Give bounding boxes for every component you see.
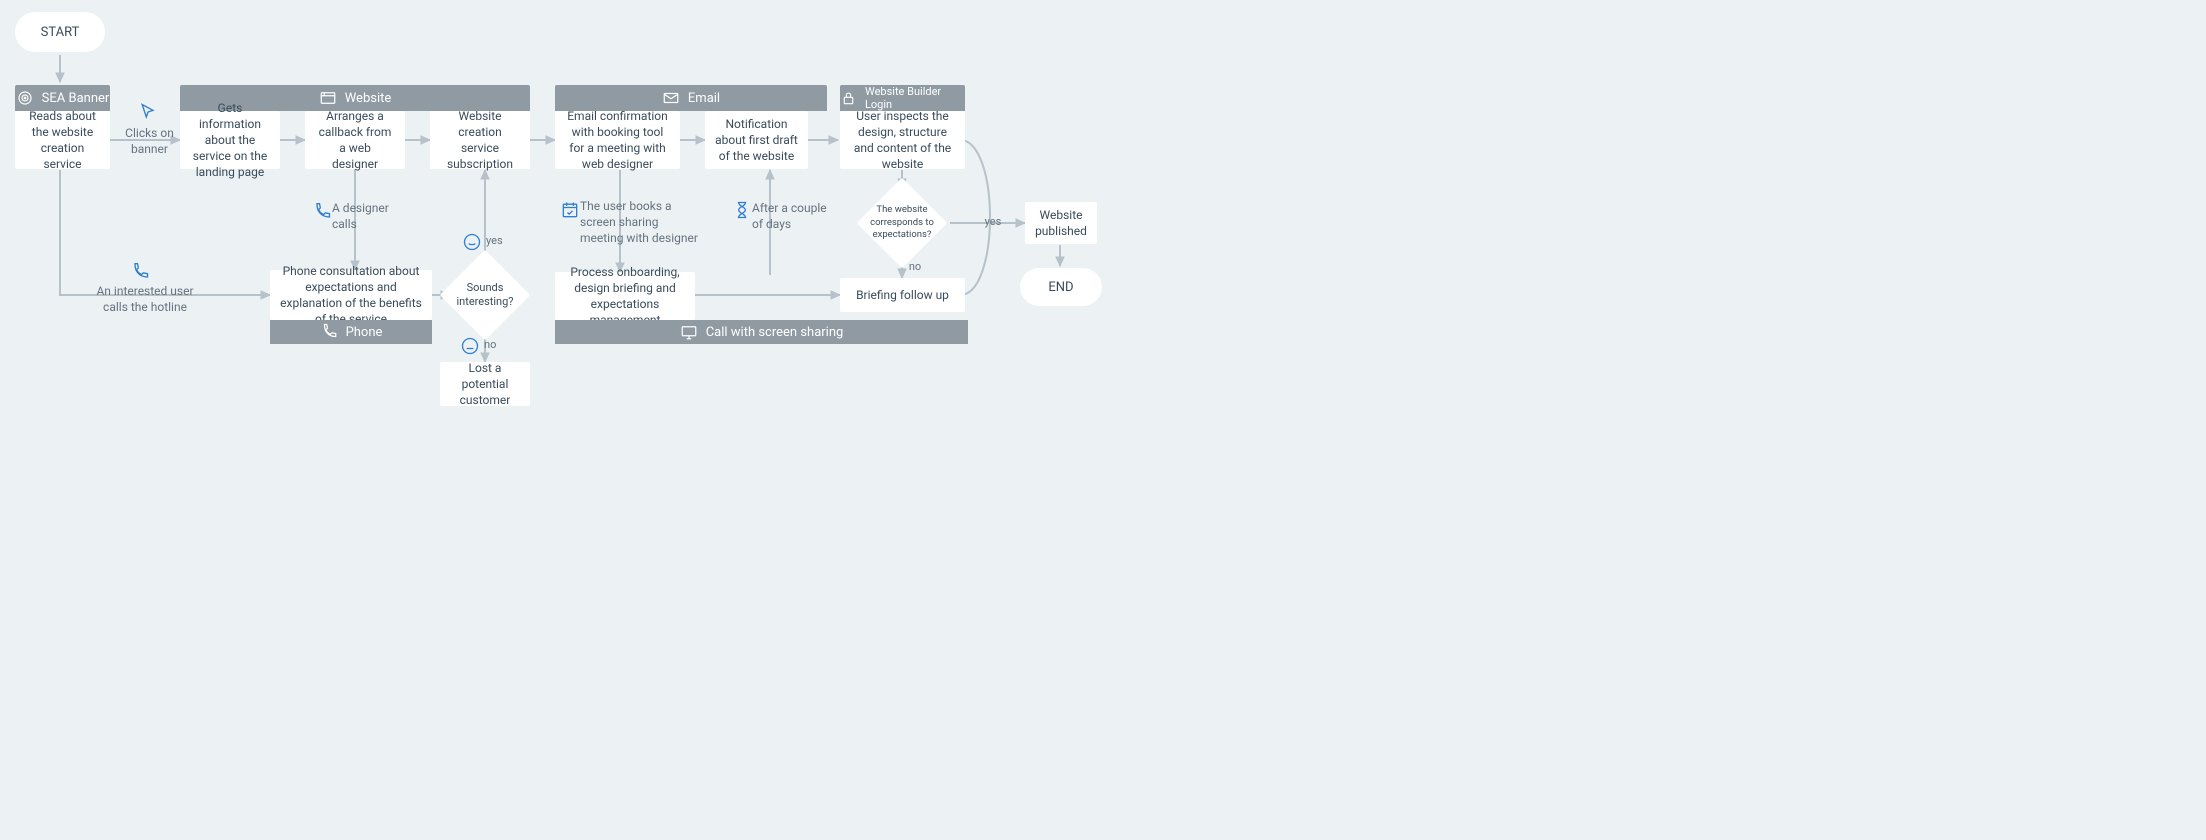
edge-clicks-banner: Clicks on banner (122, 125, 177, 157)
header-email-label: Email (688, 91, 720, 106)
phone-icon-designer-calls (312, 202, 332, 222)
node-briefing-followup: Briefing follow up (840, 278, 965, 312)
edge-yes-2: yes (978, 215, 1008, 230)
header-sea-label: SEA Banner (42, 91, 110, 106)
node-process-onboarding-label: Process onboarding, design briefing and … (565, 264, 685, 329)
node-phone-consult-label: Phone consultation about expectations an… (280, 263, 422, 328)
node-gets-info-label: Gets information about the service on th… (190, 100, 270, 181)
hourglass-icon (732, 200, 752, 220)
node-process-onboarding: Process onboarding, design briefing and … (555, 272, 695, 320)
decision-matches-expectations-label: The website corresponds to expectations? (867, 204, 937, 241)
calendar-icon (560, 200, 580, 220)
node-notification-draft: Notification about first draft of the we… (705, 111, 808, 169)
footer-phone-label: Phone (346, 325, 383, 340)
edge-yes-1: yes (486, 234, 516, 249)
edge-user-books: The user books a screen sharing meeting … (580, 198, 700, 247)
footer-screen-sharing-label: Call with screen sharing (706, 325, 844, 340)
end-node: END (1020, 268, 1102, 306)
start-label: START (41, 25, 80, 40)
browser-icon (319, 89, 337, 107)
decision-sounds-interesting-label: Sounds interesting? (452, 281, 518, 310)
neutral-face-icon (460, 336, 480, 356)
edge-after-days: After a couple of days (752, 200, 832, 232)
node-gets-info: Gets information about the service on th… (180, 111, 280, 169)
phone-icon-hotline (130, 262, 150, 282)
decision-matches-expectations: The website corresponds to expectations? (857, 178, 947, 268)
mail-icon (662, 89, 680, 107)
monitor-icon (680, 323, 698, 341)
node-website-published: Website published (1025, 202, 1097, 244)
edge-no-2: no (905, 260, 925, 275)
node-reads-about: Reads about the website creation service (15, 111, 110, 169)
smile-icon (462, 232, 482, 252)
node-phone-consult: Phone consultation about expectations an… (270, 270, 432, 320)
edge-designer-calls: A designer calls (332, 200, 402, 232)
target-icon (16, 89, 34, 107)
edge-interested-hotline: An interested user calls the hotline (95, 283, 195, 315)
node-reads-about-label: Reads about the website creation service (25, 108, 100, 173)
cursor-icon (138, 102, 158, 122)
footer-phone: Phone (270, 320, 432, 344)
node-notification-draft-label: Notification about first draft of the we… (715, 116, 798, 165)
decision-sounds-interesting: Sounds interesting? (440, 250, 530, 340)
phone-icon (320, 323, 338, 341)
node-user-inspects-label: User inspects the design, structure and … (850, 108, 955, 173)
node-subscription: Website creation service subscription (430, 111, 530, 169)
node-user-inspects: User inspects the design, structure and … (840, 111, 965, 169)
node-email-confirm-label: Email confirmation with booking tool for… (565, 108, 670, 173)
node-subscription-label: Website creation service subscription (440, 108, 520, 173)
node-lost-customer-label: Lost a potential customer (450, 360, 520, 409)
header-website-label: Website (345, 91, 392, 106)
node-website-published-label: Website published (1035, 207, 1087, 239)
node-lost-customer: Lost a potential customer (440, 362, 530, 406)
footer-screen-sharing: Call with screen sharing (555, 320, 968, 344)
flow-diagram: START SEA Banner Reads about the website… (0, 0, 1560, 600)
start-node: START (15, 12, 105, 52)
node-briefing-followup-label: Briefing follow up (856, 287, 949, 303)
node-email-confirm: Email confirmation with booking tool for… (555, 111, 680, 169)
node-arranges-callback: Arranges a callback from a web designer (305, 111, 405, 169)
edge-no-1: no (484, 338, 514, 353)
node-arranges-callback-label: Arranges a callback from a web designer (315, 108, 395, 173)
end-label: END (1048, 280, 1073, 295)
lock-icon (840, 89, 857, 107)
